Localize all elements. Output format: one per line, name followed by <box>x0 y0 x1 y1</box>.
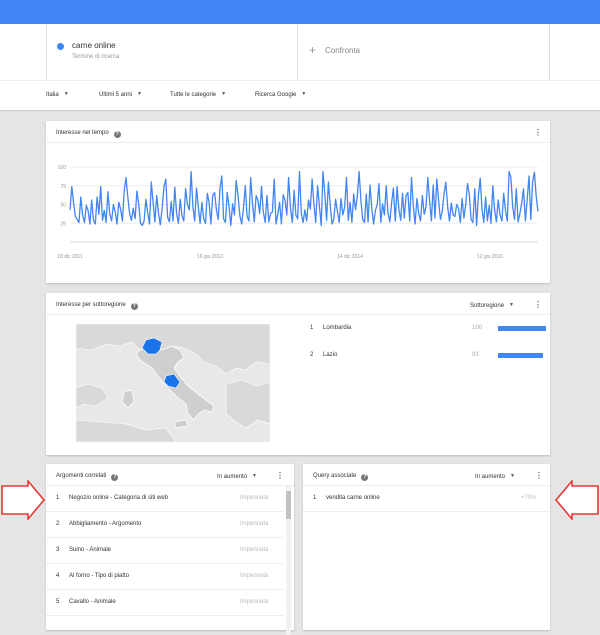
subregion-dropdown[interactable]: Sottoregione ▼ <box>470 302 514 309</box>
interest-over-time-card: Interesse nel tempo? ⋮ 25 50 75 100 18 dic 2… <box>46 121 550 283</box>
list-value: +70% <box>521 495 537 501</box>
region-row[interactable]: 1 Lombardia 100 <box>310 325 550 337</box>
list-value: Impennata <box>240 573 269 579</box>
right-arrow-annotation-icon <box>554 480 599 520</box>
region-value: 100 <box>472 325 483 331</box>
y-tick-label: 100 <box>58 165 67 171</box>
list-label: Al forno - Tipo di piatto <box>69 573 130 579</box>
dropdown-caret-icon: ▼ <box>63 91 69 97</box>
dropdown-caret-icon: ▼ <box>509 302 514 308</box>
list-rank: 2 <box>56 521 60 527</box>
list-value: Impennata <box>240 495 269 501</box>
interest-line-chart: 25 50 75 100 18 dic 2011 16 giu 2013 14 dic 20… <box>57 165 539 260</box>
scrollbar[interactable] <box>286 485 291 635</box>
term-color-dot <box>57 43 64 50</box>
list-label: vendita carne online <box>326 495 380 501</box>
x-tick-label: 16 giu 2013 <box>197 254 223 260</box>
region-name: Lazio <box>323 352 338 358</box>
region-name: Lombardia <box>323 325 352 331</box>
more-vert-icon[interactable]: ⋮ <box>276 472 284 480</box>
filter-region[interactable]: Italia ▼ <box>46 91 69 98</box>
help-icon[interactable]: ? <box>130 303 138 310</box>
dropdown-caret-icon: ▼ <box>137 91 142 97</box>
italy-map[interactable] <box>75 323 271 443</box>
region-rank: 2 <box>310 352 314 358</box>
list-rank: 1 <box>313 495 317 501</box>
divider <box>46 314 550 315</box>
more-vert-icon[interactable]: ⋮ <box>535 472 543 480</box>
filter-time[interactable]: Ultimi 5 anni ▼ <box>99 91 142 98</box>
list-value: Impennata <box>240 599 269 605</box>
related-queries-card: Query associate? In aumento ▼ ⋮ 1 vendita… <box>303 464 550 630</box>
region-bar <box>498 326 546 331</box>
region-row[interactable]: 2 Lazio 93 <box>310 352 550 364</box>
y-tick-label: 50 <box>60 203 66 209</box>
card-title: Argomenti correlati? <box>56 473 119 481</box>
region-value: 93 <box>472 352 479 358</box>
plus-icon: + <box>309 43 317 57</box>
left-arrow-annotation-icon <box>1 480 46 520</box>
related-topics-card: Argomenti correlati? In aumento ▼ ⋮ 1 Neg… <box>46 464 294 635</box>
card-title: Query associate? <box>313 473 369 481</box>
list-rank: 4 <box>56 573 60 579</box>
dropdown-caret-icon: ▼ <box>510 473 515 479</box>
list-item[interactable]: 3 Suino - Animale Impennata <box>46 538 284 564</box>
series-line[interactable] <box>69 170 539 227</box>
list-item[interactable]: 1 Negozio online - Categoria di siti web… <box>46 486 284 512</box>
x-tick-label: 12 giu 2016 <box>477 254 503 260</box>
region-bar <box>498 353 543 358</box>
compare-button[interactable]: + Confronta <box>298 24 550 80</box>
list-item[interactable]: 5 Cavallo - Animale Impennata <box>46 590 284 616</box>
dropdown-caret-icon: ▼ <box>301 91 307 97</box>
subregion-card: Interesse per sottoregione? Sottoregione… <box>46 293 550 455</box>
dropdown-caret-icon: ▼ <box>252 473 257 479</box>
list-value: Impennata <box>240 547 269 553</box>
list-item[interactable]: 1 vendita carne online +70% <box>303 486 550 512</box>
filter-search-type[interactable]: Ricerca Google ▼ <box>255 91 306 98</box>
search-terms-bar: carne online Termine di ricerca + Confro… <box>0 24 600 80</box>
y-tick-label: 25 <box>60 221 66 227</box>
list-rank: 1 <box>56 495 60 501</box>
list-rank: 5 <box>56 599 60 605</box>
search-term-card[interactable]: carne online Termine di ricerca <box>46 24 298 80</box>
list-item[interactable]: 2 Abbigliamento - Argomento Impennata <box>46 512 284 538</box>
help-icon[interactable]: ? <box>111 474 119 481</box>
list-value: Impennata <box>240 521 269 527</box>
region-rank: 1 <box>310 325 314 331</box>
dropdown-caret-icon: ▼ <box>221 91 227 97</box>
x-tick-label: 18 dic 2011 <box>57 254 83 260</box>
help-icon[interactable]: ? <box>361 474 369 481</box>
related-queries-dropdown[interactable]: In aumento ▼ <box>475 473 515 480</box>
filter-category[interactable]: Tutte le categorie ▼ <box>170 91 226 98</box>
more-vert-icon[interactable]: ⋮ <box>534 301 542 309</box>
card-title: Interesse per sottoregione? <box>56 302 138 310</box>
list-label: Abbigliamento - Argomento <box>69 521 142 527</box>
related-topics-dropdown[interactable]: In aumento ▼ <box>217 473 257 480</box>
list-label: Negozio online - Categoria di siti web <box>69 495 169 501</box>
y-tick-label: 75 <box>60 184 66 190</box>
list-item[interactable]: 4 Al forno - Tipo di piatto Impennata <box>46 564 284 590</box>
filters-bar: Italia ▼ Ultimi 5 anni ▼ Tutte le categori… <box>0 80 600 110</box>
list-label: Cavallo - Animale <box>69 599 116 605</box>
italy-map-svg <box>75 323 271 443</box>
list-rank: 3 <box>56 547 60 553</box>
compare-label: Confronta <box>325 46 361 55</box>
scrollbar-thumb[interactable] <box>286 491 291 519</box>
search-term-name[interactable]: carne online <box>72 41 116 50</box>
x-tick-label: 14 dic 2014 <box>337 254 363 260</box>
top-app-bar <box>0 0 600 24</box>
search-term-type: Termine di ricerca <box>72 54 120 60</box>
list-label: Suino - Animale <box>69 547 112 553</box>
